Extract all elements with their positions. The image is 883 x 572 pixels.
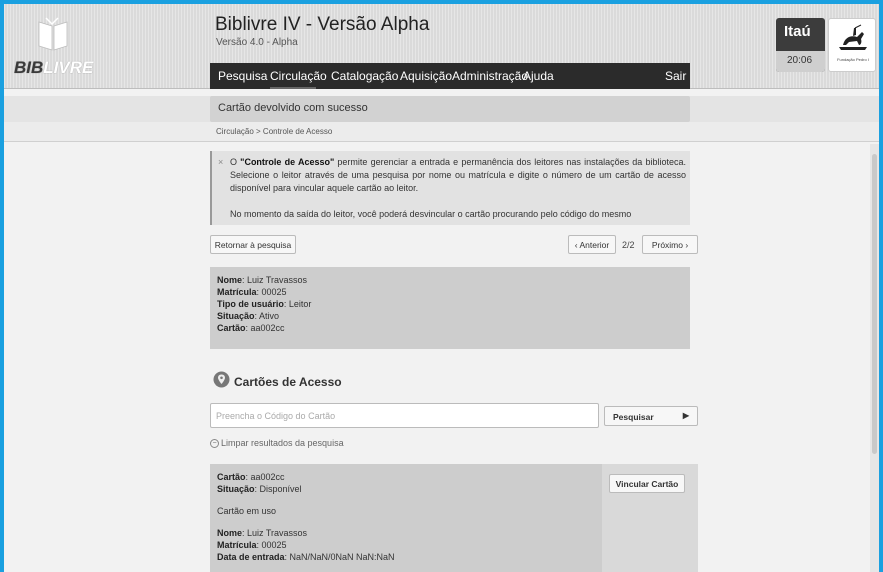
- biblivre-logo[interactable]: BIBLIVRE: [14, 14, 94, 80]
- next-button[interactable]: Próximo ›: [642, 235, 698, 254]
- previous-button[interactable]: ‹ Anterior: [568, 235, 616, 254]
- result-id: Matrícula: 00025: [217, 540, 287, 550]
- sponsor-badge: Itaú 20:06: [776, 18, 825, 72]
- active-menu-indicator: [270, 87, 316, 89]
- result-actions: Vincular Cartão: [602, 464, 698, 572]
- logo-text: BIBLIVRE: [14, 58, 94, 77]
- help-text: O "Controle de Acesso" permite gerenciar…: [230, 157, 686, 193]
- card-in-use-label: Cartão em uso: [217, 506, 277, 516]
- foundation-name: Fundação Pedro I: [837, 57, 869, 62]
- access-cards-title: Cartões de Acesso: [234, 375, 342, 389]
- app-version: Versão 4.0 - Alpha: [216, 37, 298, 48]
- minus-circle-icon: −: [210, 439, 219, 449]
- menu-aquisicao[interactable]: Aquisição: [400, 69, 452, 83]
- reader-status: Situação: Ativo: [217, 311, 280, 321]
- link-card-button[interactable]: Vincular Cartão: [609, 474, 685, 493]
- clear-results-link[interactable]: − Limpar resultados da pesquisa: [210, 438, 344, 449]
- breadcrumb-bar: [4, 122, 879, 142]
- reader-card: Cartão: aa002cc: [217, 323, 285, 333]
- result-entry-date: Data de entrada: NaN/NaN/0NaN NaN:NaN: [217, 552, 395, 562]
- reader-details: Nome: Luiz Travassos Matrícula: 00025 Ti…: [210, 267, 690, 349]
- close-icon[interactable]: ×: [218, 157, 223, 167]
- app-title: Biblivre IV - Versão Alpha: [215, 14, 430, 35]
- header: BIBLIVRE Biblivre IV - Versão Alpha Vers…: [4, 4, 879, 89]
- location-pin-icon: [213, 371, 230, 388]
- reader-type: Tipo de usuário: Leitor: [217, 299, 312, 309]
- search-button-label: Pesquisar: [613, 412, 654, 422]
- reader-name: Nome: Luiz Travassos: [217, 275, 308, 285]
- app-frame: BIBLIVRE Biblivre IV - Versão Alpha Vers…: [4, 4, 879, 572]
- status-message: Cartão devolvido com sucesso: [210, 96, 690, 122]
- clock-time: 20:06: [787, 55, 813, 66]
- scrollbar-thumb[interactable]: [872, 154, 877, 454]
- back-to-search-button[interactable]: Retornar à pesquisa: [210, 235, 296, 254]
- reader-id: Matrícula: 00025: [217, 287, 287, 297]
- search-button[interactable]: Pesquisar ▶: [604, 406, 698, 426]
- main-menu: Pesquisa Circulação Catalogação Aquisiçã…: [210, 63, 690, 89]
- page-counter: 2/2: [622, 240, 635, 250]
- card-code-input[interactable]: [210, 403, 599, 428]
- sponsor-name: Itaú: [784, 23, 811, 40]
- clock: 20:06: [776, 51, 825, 72]
- book-logo-icon: [38, 17, 68, 51]
- menu-catalogacao[interactable]: Catalogação: [331, 69, 398, 83]
- horseman-statue-icon: [839, 24, 867, 50]
- logout-link[interactable]: Sair: [665, 69, 686, 83]
- breadcrumb: Circulação > Controle de Acesso: [216, 127, 333, 136]
- result-name: Nome: Luiz Travassos: [217, 528, 308, 538]
- help-box: × O "Controle de Acesso" permite gerenci…: [210, 151, 690, 225]
- menu-administracao[interactable]: Administração: [452, 69, 528, 83]
- result-status: Situação: Disponível: [217, 484, 302, 494]
- menu-ajuda[interactable]: Ajuda: [523, 69, 554, 83]
- arrow-right-icon: ▶: [682, 411, 689, 420]
- foundation-logo: Fundação Pedro I: [828, 18, 876, 72]
- menu-pesquisa[interactable]: Pesquisa: [218, 69, 267, 83]
- menu-circulacao[interactable]: Circulação: [270, 69, 327, 83]
- help-text-exit: No momento da saída do leitor, você pode…: [230, 209, 632, 219]
- result-card: Cartão: aa002cc: [217, 472, 285, 482]
